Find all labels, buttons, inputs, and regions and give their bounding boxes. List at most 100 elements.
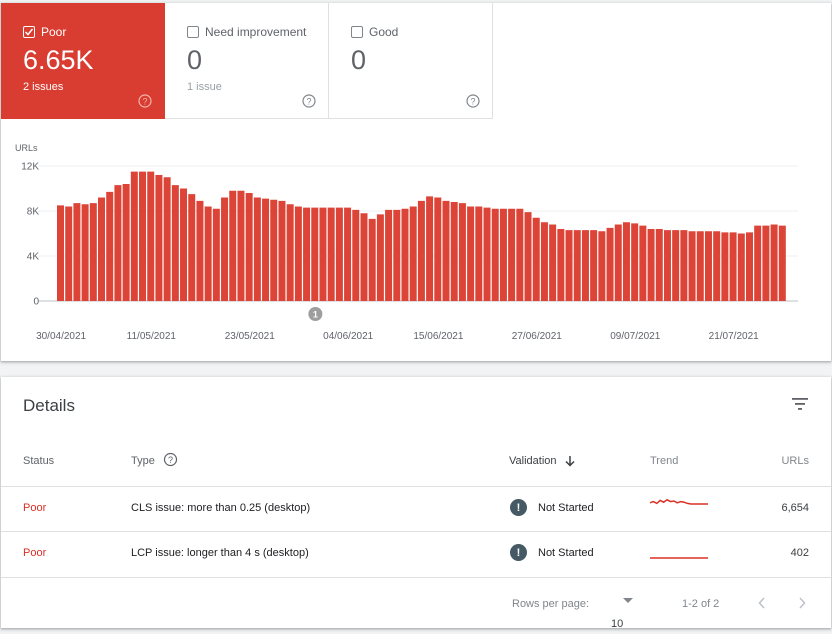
chart-bar[interactable] <box>442 200 450 301</box>
chart-bar[interactable] <box>713 231 721 301</box>
chart-bar[interactable] <box>237 190 245 301</box>
chart-bar[interactable] <box>532 217 540 301</box>
chart-bar[interactable] <box>245 193 253 301</box>
chart-bar[interactable] <box>614 224 622 302</box>
chart-bar[interactable] <box>778 225 786 301</box>
chart-bar[interactable] <box>204 206 212 302</box>
column-header-validation[interactable]: Validation <box>509 455 576 467</box>
help-icon[interactable]: ? <box>466 94 480 108</box>
help-icon[interactable]: ? <box>138 94 152 108</box>
chart-bar[interactable] <box>385 209 393 301</box>
column-header-type[interactable]: Type ? <box>131 452 178 467</box>
chart-bar[interactable] <box>196 200 204 301</box>
chart-bar[interactable] <box>262 198 270 301</box>
chart-bar[interactable] <box>352 209 360 301</box>
filter-icon[interactable] <box>789 393 811 415</box>
chart-bar[interactable] <box>450 202 458 301</box>
rows-per-page-select[interactable]: 10 <box>611 598 633 630</box>
chart-bar[interactable] <box>549 224 557 302</box>
help-icon[interactable]: ? <box>163 452 178 467</box>
chart-bar[interactable] <box>327 207 335 301</box>
sort-arrow-down-icon[interactable] <box>564 455 576 467</box>
column-header-status[interactable]: Status <box>23 455 54 467</box>
chart-bar[interactable] <box>483 207 491 301</box>
chart-bar[interactable] <box>155 175 163 301</box>
chart-bar[interactable] <box>590 230 598 301</box>
chart-bar[interactable] <box>368 218 376 301</box>
chart-bar[interactable] <box>770 224 778 302</box>
help-icon[interactable]: ? <box>302 94 316 108</box>
chart-bar[interactable] <box>696 231 704 301</box>
chart-bar[interactable] <box>499 208 507 301</box>
chart-bar[interactable] <box>106 191 114 301</box>
chart-bar[interactable] <box>73 203 81 301</box>
chart-bar[interactable] <box>434 197 442 302</box>
chevron-left-icon[interactable] <box>757 596 767 610</box>
chart-bar[interactable] <box>639 225 647 301</box>
chart-bar[interactable] <box>122 184 130 301</box>
chart-bar[interactable] <box>524 212 532 301</box>
chart-bar[interactable] <box>491 208 499 301</box>
chart-bar[interactable] <box>647 229 655 301</box>
chart-bar[interactable] <box>311 207 319 301</box>
checkbox-checked-icon[interactable] <box>23 26 35 38</box>
chart-bar[interactable] <box>745 232 753 301</box>
chart-bar[interactable] <box>565 230 573 301</box>
chart-bar[interactable] <box>163 177 171 301</box>
column-header-urls[interactable]: URLs <box>781 455 809 467</box>
chart-bar[interactable] <box>180 188 188 302</box>
chart-bar[interactable] <box>458 203 466 301</box>
chart-bar[interactable] <box>212 208 220 301</box>
chart-bar[interactable] <box>426 196 434 301</box>
chevron-right-icon[interactable] <box>797 596 807 610</box>
chart-bar[interactable] <box>278 200 286 301</box>
checkbox-icon[interactable] <box>351 26 363 38</box>
chart-bar[interactable] <box>729 232 737 301</box>
chart-bar[interactable] <box>508 208 516 301</box>
chart-bar[interactable] <box>606 227 614 301</box>
chart-bar[interactable] <box>229 190 237 301</box>
chart-bar[interactable] <box>598 231 606 301</box>
chart-bar[interactable] <box>335 207 343 301</box>
chart-bar[interactable] <box>581 230 589 301</box>
chart-bar[interactable] <box>409 206 417 302</box>
chart-bar[interactable] <box>360 213 368 301</box>
chart-bar[interactable] <box>672 230 680 301</box>
chart-bar[interactable] <box>467 206 475 302</box>
chart-bar[interactable] <box>188 194 196 301</box>
chart-bar[interactable] <box>417 200 425 301</box>
chart-bar[interactable] <box>680 230 688 301</box>
chart-bar[interactable] <box>704 231 712 301</box>
chart-bar[interactable] <box>139 171 147 301</box>
chart-bar[interactable] <box>286 204 294 301</box>
chart-bar[interactable] <box>303 207 311 301</box>
table-row[interactable]: Poor CLS issue: more than 0.25 (desktop)… <box>1 486 831 531</box>
checkbox-icon[interactable] <box>187 26 199 38</box>
chart-bar[interactable] <box>663 230 671 301</box>
chart-bar[interactable] <box>319 207 327 301</box>
chart-bar[interactable] <box>81 204 89 301</box>
chart-bar[interactable] <box>253 197 261 302</box>
chart-bar[interactable] <box>294 206 302 302</box>
chart-bar[interactable] <box>754 225 762 301</box>
chart-bar[interactable] <box>89 203 97 301</box>
chart-bar[interactable] <box>376 214 384 301</box>
chart-bar[interactable] <box>688 231 696 301</box>
chart-bar[interactable] <box>557 229 565 301</box>
chart-bar[interactable] <box>114 185 122 301</box>
chart-bar[interactable] <box>655 229 663 301</box>
chart-bar[interactable] <box>516 208 524 301</box>
chart-bar[interactable] <box>130 171 138 301</box>
chart-bar[interactable] <box>344 207 352 301</box>
chart-bar[interactable] <box>57 205 65 301</box>
chart-bar[interactable] <box>622 222 630 301</box>
chart-bar[interactable] <box>721 232 729 301</box>
tile-need-improvement[interactable]: Need improvement 0 1 issue ? <box>165 3 329 119</box>
table-row[interactable]: Poor LCP issue: longer than 4 s (desktop… <box>1 531 831 576</box>
chart-bar[interactable] <box>65 206 73 302</box>
chart-bar[interactable] <box>737 233 745 302</box>
chart-bar[interactable] <box>221 197 229 302</box>
chart-bar[interactable] <box>631 223 639 301</box>
tile-good[interactable]: Good 0 ? <box>329 3 493 119</box>
chart-bar[interactable] <box>540 222 548 301</box>
